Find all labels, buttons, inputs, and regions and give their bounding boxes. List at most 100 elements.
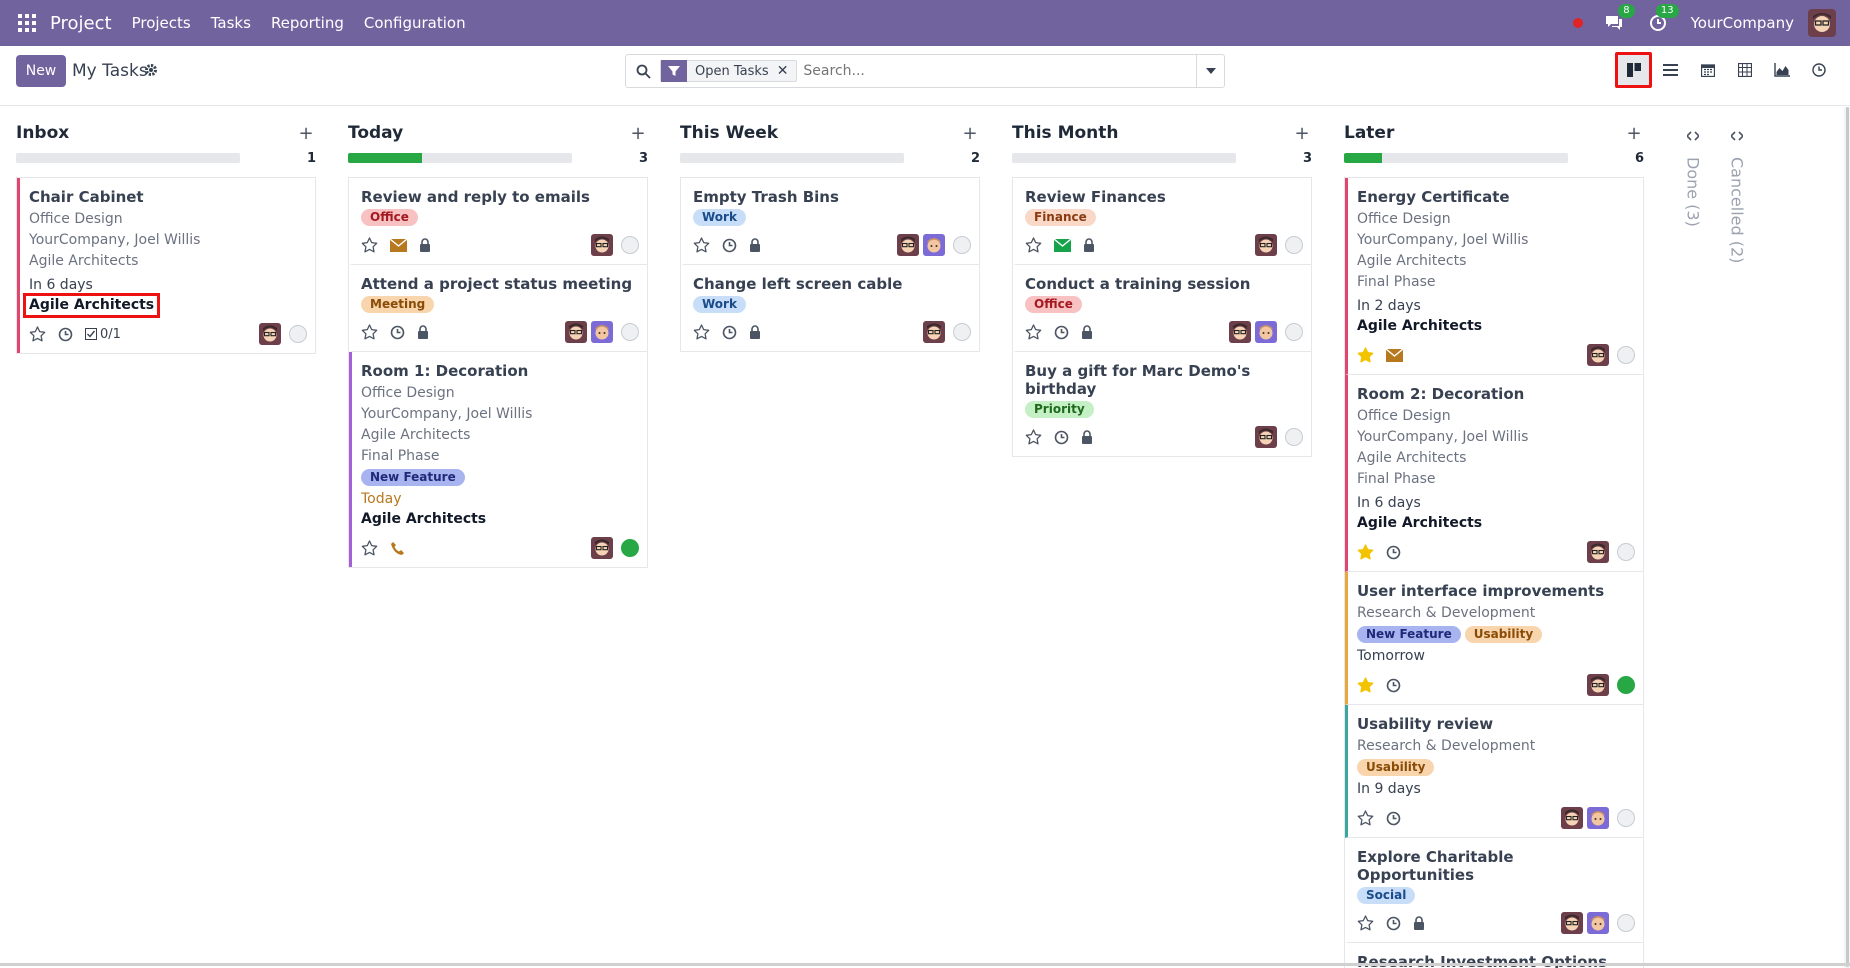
star-icon[interactable]: [361, 324, 378, 340]
task-status-indicator[interactable]: [1285, 428, 1303, 446]
search-input[interactable]: [803, 56, 1196, 86]
assignee-avatar[interactable]: [1561, 807, 1583, 829]
assignee-avatar[interactable]: [1587, 344, 1609, 366]
menu-configuration[interactable]: Configuration: [364, 14, 466, 32]
assignee-avatar[interactable]: [591, 321, 613, 343]
assignee-avatar[interactable]: [1229, 321, 1251, 343]
progress-bar[interactable]: [1344, 153, 1568, 163]
folded-column[interactable]: Cancelled (2): [1717, 127, 1757, 263]
star-icon[interactable]: [361, 237, 378, 253]
task-card[interactable]: Empty Trash Bins Work: [681, 178, 979, 265]
task-card[interactable]: Conduct a training session Office: [1013, 265, 1311, 352]
task-status-indicator[interactable]: [953, 236, 971, 254]
task-card[interactable]: Explore Charitable Opportunities Social: [1345, 838, 1643, 943]
messages-icon[interactable]: 8: [1603, 4, 1635, 34]
menu-reporting[interactable]: Reporting: [271, 14, 344, 32]
activity-clock-icon[interactable]: 13: [1647, 4, 1679, 34]
progress-bar[interactable]: [348, 153, 572, 163]
task-card[interactable]: Room 1: Decoration Office Design YourCompa…: [349, 352, 647, 567]
quick-create-icon[interactable]: +: [296, 123, 316, 144]
company-switcher[interactable]: YourCompany: [1691, 14, 1794, 32]
remove-facet-icon[interactable]: ✕: [777, 63, 797, 79]
star-icon[interactable]: [693, 324, 710, 340]
activity-view-button[interactable]: [1800, 52, 1837, 88]
menu-projects[interactable]: Projects: [132, 14, 191, 32]
task-card[interactable]: Usability review Research & Development Us…: [1345, 705, 1643, 838]
calendar-view-button[interactable]: [1689, 52, 1726, 88]
apps-menu-icon[interactable]: [18, 14, 36, 32]
activity-clock-icon[interactable]: [722, 325, 737, 340]
expand-column-icon[interactable]: [1685, 127, 1701, 145]
star-icon[interactable]: [361, 540, 378, 556]
column-title[interactable]: Later: [1344, 123, 1394, 143]
star-icon[interactable]: [1357, 915, 1374, 931]
task-status-indicator[interactable]: [1617, 914, 1635, 932]
assignee-avatar[interactable]: [897, 234, 919, 256]
task-card[interactable]: Attend a project status meeting Meeting: [349, 265, 647, 352]
star-icon[interactable]: [1025, 429, 1042, 445]
task-status-indicator[interactable]: [621, 323, 639, 341]
assignee-avatar[interactable]: [591, 234, 613, 256]
task-status-indicator[interactable]: [1617, 346, 1635, 364]
activity-clock-icon[interactable]: [1054, 430, 1069, 445]
task-card[interactable]: Review Finances Finance: [1013, 178, 1311, 265]
task-status-indicator[interactable]: [1617, 809, 1635, 827]
activity-clock-icon[interactable]: [390, 325, 405, 340]
lock-icon[interactable]: [749, 325, 761, 339]
activity-clock-icon[interactable]: [1386, 916, 1401, 931]
vertical-scrollbar[interactable]: [1844, 107, 1850, 968]
quick-create-icon[interactable]: +: [628, 123, 648, 144]
column-title[interactable]: This Month: [1012, 123, 1119, 143]
activity-clock-icon[interactable]: [1386, 811, 1401, 826]
task-card[interactable]: Energy Certificate Office Design YourCompa…: [1345, 178, 1643, 375]
progress-bar[interactable]: [16, 153, 240, 163]
task-card[interactable]: Change left screen cable Work: [681, 265, 979, 351]
assignee-avatar[interactable]: [1587, 807, 1609, 829]
lock-icon[interactable]: [419, 238, 431, 252]
envelope-icon[interactable]: [390, 238, 407, 252]
task-card[interactable]: Chair Cabinet Office Design YourCompany, J…: [17, 178, 315, 353]
task-card[interactable]: User interface improvements Research & De…: [1345, 572, 1643, 705]
menu-tasks[interactable]: Tasks: [211, 14, 251, 32]
task-status-indicator[interactable]: [621, 236, 639, 254]
assignee-avatar[interactable]: [1255, 426, 1277, 448]
assignee-avatar[interactable]: [565, 321, 587, 343]
quick-create-icon[interactable]: +: [1624, 123, 1644, 144]
star-icon[interactable]: [693, 237, 710, 253]
assignee-avatar[interactable]: [591, 537, 613, 559]
lock-icon[interactable]: [1413, 916, 1425, 930]
task-status-indicator[interactable]: [289, 325, 307, 343]
assignee-avatar[interactable]: [923, 234, 945, 256]
column-title[interactable]: Today: [348, 123, 403, 143]
task-card[interactable]: Room 2: Decoration Office Design YourCompa…: [1345, 375, 1643, 572]
task-status-indicator[interactable]: [1285, 236, 1303, 254]
subtasks-counter[interactable]: 0/1: [85, 327, 121, 342]
app-brand[interactable]: Project: [50, 13, 112, 34]
column-title[interactable]: Inbox: [16, 123, 69, 143]
assignee-avatar[interactable]: [923, 321, 945, 343]
progress-bar[interactable]: [1012, 153, 1236, 163]
assignee-avatar[interactable]: [1255, 234, 1277, 256]
horizontal-scrollbar[interactable]: [0, 963, 1850, 966]
star-icon[interactable]: [1357, 810, 1374, 826]
quick-create-icon[interactable]: +: [960, 123, 980, 144]
list-view-button[interactable]: [1652, 52, 1689, 88]
task-status-indicator[interactable]: [1617, 543, 1635, 561]
assignee-avatar[interactable]: [1561, 912, 1583, 934]
star-filled-icon[interactable]: [1357, 544, 1374, 560]
star-icon[interactable]: [1025, 324, 1042, 340]
task-status-indicator[interactable]: [953, 323, 971, 341]
task-card[interactable]: Buy a gift for Marc Demo's birthday Prior…: [1013, 352, 1311, 456]
envelope-icon[interactable]: [1386, 348, 1403, 362]
graph-view-button[interactable]: [1763, 52, 1800, 88]
assignee-avatar[interactable]: [1255, 321, 1277, 343]
lock-icon[interactable]: [1081, 325, 1093, 339]
phone-icon[interactable]: [390, 541, 405, 556]
quick-create-icon[interactable]: +: [1292, 123, 1312, 144]
recording-indicator-icon[interactable]: [1572, 18, 1583, 28]
pivot-view-button[interactable]: [1726, 52, 1763, 88]
task-status-indicator[interactable]: [1285, 323, 1303, 341]
lock-icon[interactable]: [1081, 430, 1093, 444]
task-status-indicator[interactable]: [1617, 676, 1635, 694]
lock-icon[interactable]: [749, 238, 761, 252]
